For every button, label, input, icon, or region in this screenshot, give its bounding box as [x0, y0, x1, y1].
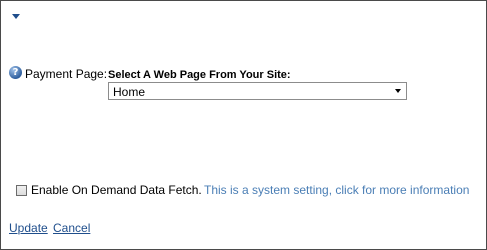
settings-panel: ? Payment Page: Select A Web Page From Y… — [0, 0, 487, 250]
payment-page-select[interactable]: Home — [108, 82, 407, 100]
system-setting-info-link[interactable]: This is a system setting, click for more… — [204, 183, 469, 197]
caret-down-icon[interactable] — [12, 14, 20, 19]
on-demand-checkbox[interactable] — [16, 185, 27, 196]
dropdown-arrow-icon — [395, 89, 401, 93]
on-demand-label: Enable On Demand Data Fetch. — [31, 183, 202, 197]
update-link[interactable]: Update — [9, 221, 48, 235]
cancel-link[interactable]: Cancel — [53, 221, 90, 235]
payment-page-label: Payment Page: — [25, 67, 108, 81]
selected-page-value: Home — [113, 85, 146, 99]
select-web-page-label: Select A Web Page From Your Site: — [108, 69, 291, 81]
question-icon[interactable]: ? — [9, 66, 22, 79]
